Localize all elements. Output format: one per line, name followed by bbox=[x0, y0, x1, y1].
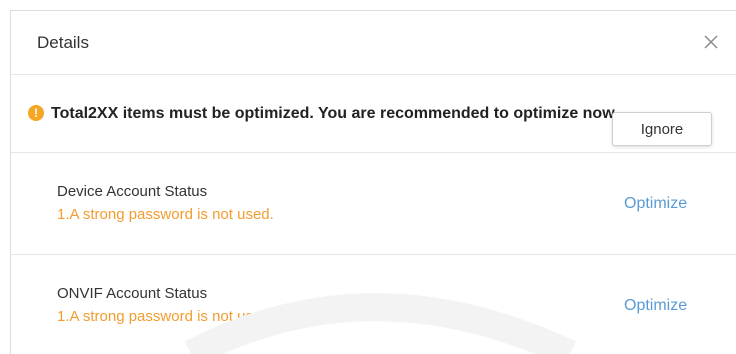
ignore-button[interactable]: Ignore bbox=[612, 112, 712, 146]
item-title: ONVIF Account Status bbox=[57, 285, 208, 302]
optimize-button[interactable]: Optimize bbox=[624, 195, 687, 213]
details-dialog: Details ! Total2XX items must be optimiz… bbox=[10, 10, 736, 354]
list-item: Device Account Status 1.A strong passwor… bbox=[11, 153, 736, 255]
notice-text: Total2XX items must be optimized. You ar… bbox=[51, 105, 619, 122]
list-item: ONVIF Account Status 1.A strong password… bbox=[11, 255, 736, 354]
warning-icon: ! bbox=[28, 105, 44, 121]
item-title: Device Account Status bbox=[57, 183, 208, 200]
close-icon[interactable] bbox=[700, 31, 722, 53]
item-description: 1.A strong password is not used. bbox=[57, 206, 274, 223]
optimize-button[interactable]: Optimize bbox=[624, 297, 687, 315]
dialog-header: Details bbox=[11, 11, 736, 75]
item-description: 1.A strong password is not used. bbox=[57, 308, 274, 325]
dialog-title: Details bbox=[37, 33, 89, 52]
